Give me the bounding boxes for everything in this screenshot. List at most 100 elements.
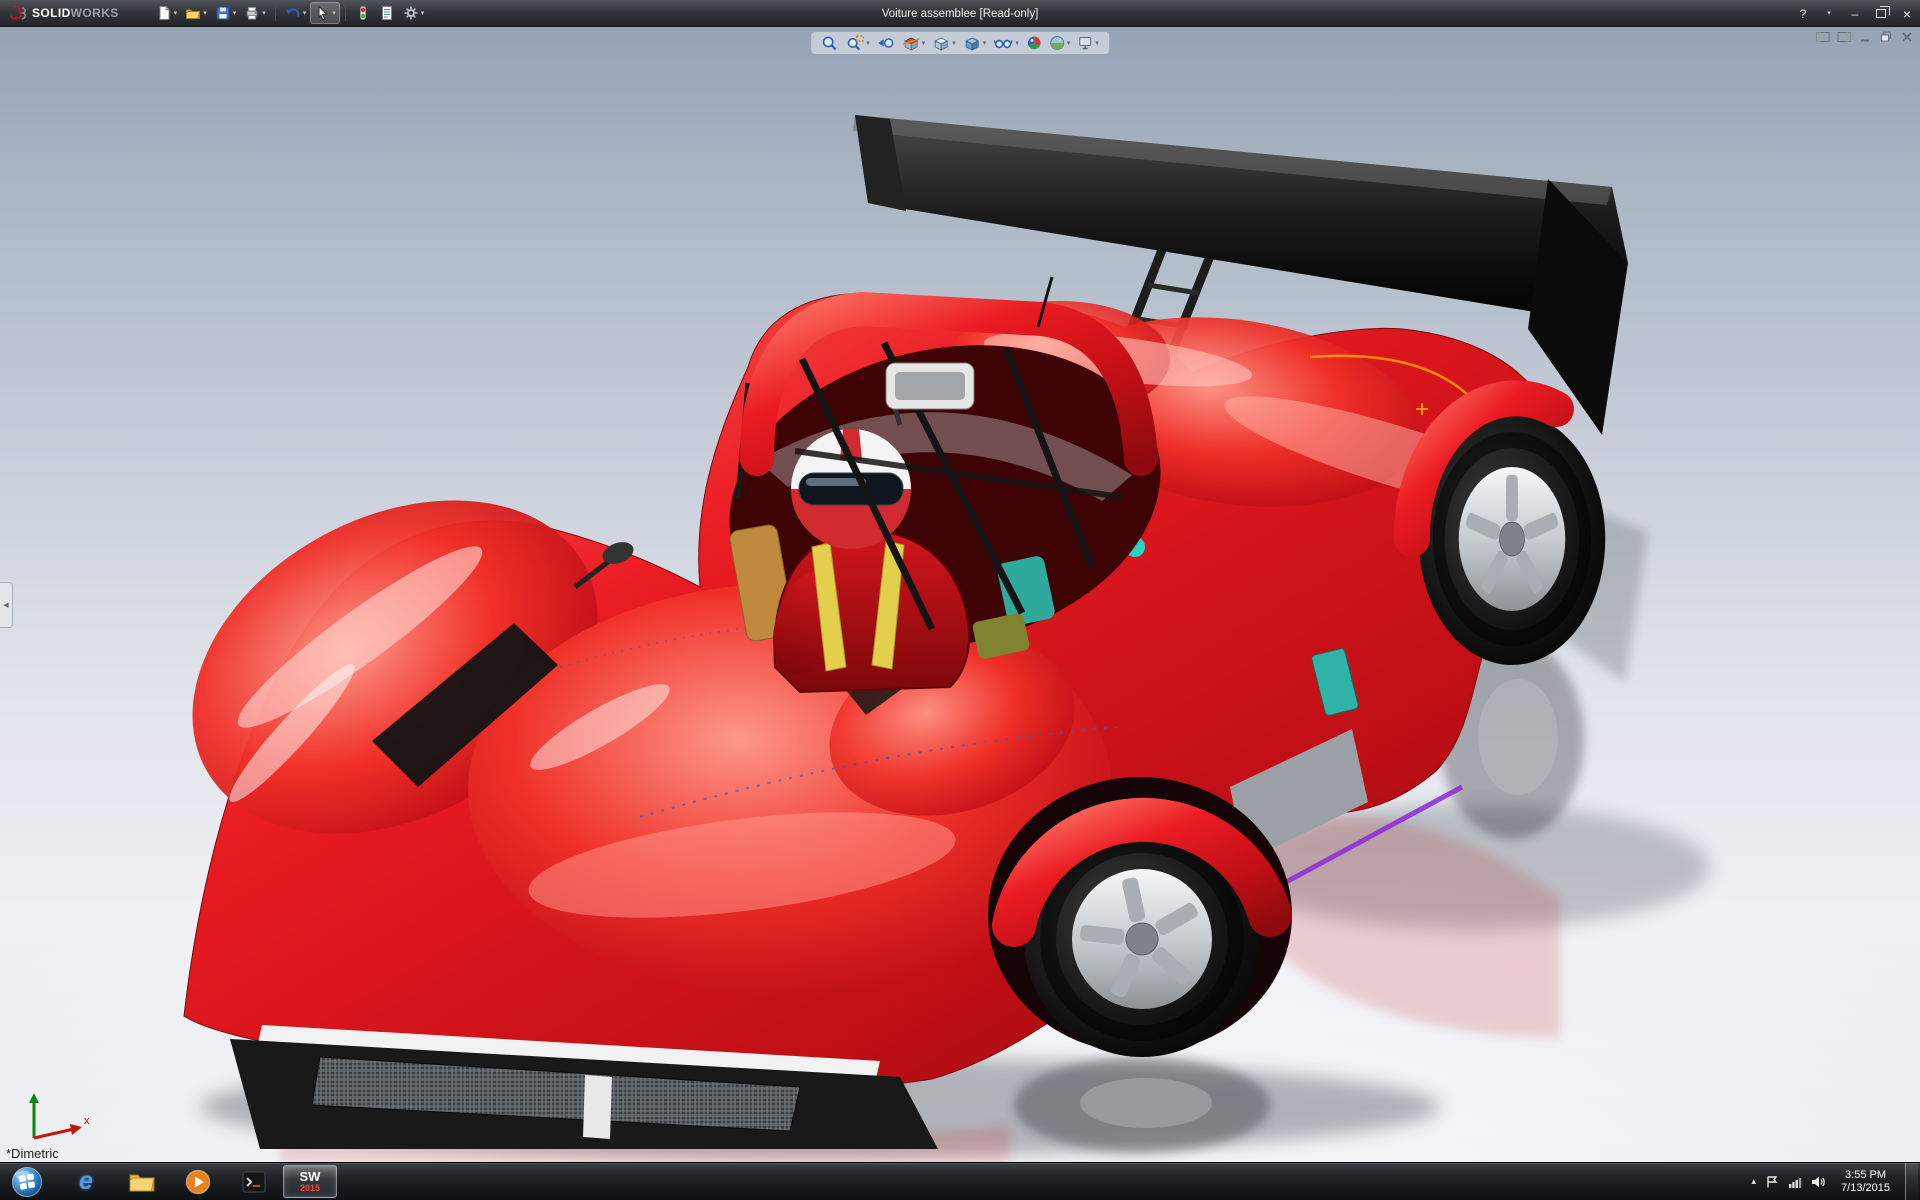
close-button[interactable]: × bbox=[1900, 6, 1914, 22]
open-button[interactable]: ▾ bbox=[182, 3, 210, 23]
caret-icon: ▾ bbox=[233, 10, 237, 17]
heads-up-view-toolbar: ▾ ▾ ▾ bbox=[811, 32, 1109, 54]
save-icon bbox=[215, 5, 231, 21]
show-desktop-button[interactable] bbox=[1905, 1163, 1918, 1200]
view-settings-button[interactable]: ▾ bbox=[1075, 34, 1101, 52]
panel-collapse-tab[interactable]: ◀ bbox=[0, 582, 13, 628]
minimize-button[interactable]: – bbox=[1848, 7, 1862, 21]
taskbar-apps: e SW 2015 bbox=[58, 1163, 338, 1200]
caret-icon: ▾ bbox=[983, 40, 987, 47]
internet-explorer-icon: e bbox=[79, 1169, 93, 1194]
save-button[interactable]: ▾ bbox=[212, 3, 240, 23]
system-tray: ▴ 3:55 PM 7/13/2015 bbox=[1752, 1163, 1920, 1200]
options-button[interactable]: ▾ bbox=[400, 3, 428, 23]
brand-works: WORKS bbox=[71, 6, 119, 20]
main-toolbar: ▾ ▾ ▾ ▾ bbox=[153, 3, 428, 23]
titlebar: SOLIDWORKS ▾ ▾ ▾ bbox=[0, 0, 1920, 27]
print-button[interactable]: ▾ bbox=[241, 3, 269, 23]
console-icon bbox=[241, 1169, 267, 1195]
caret-icon: ▾ bbox=[952, 40, 956, 47]
zoom-to-fit-button[interactable] bbox=[819, 34, 841, 52]
document-window-controls bbox=[1816, 31, 1914, 43]
zoom-to-area-button[interactable]: ▾ bbox=[844, 34, 872, 52]
new-document-icon bbox=[156, 5, 172, 21]
doc-close-button[interactable] bbox=[1900, 31, 1914, 43]
view-orientation-cube-icon bbox=[932, 35, 950, 51]
brand-solid: SOLID bbox=[32, 6, 71, 20]
apply-scene-button[interactable]: ▾ bbox=[1047, 34, 1073, 52]
collapse-left-icon: ◀ bbox=[3, 601, 8, 609]
clock-time: 3:55 PM bbox=[1841, 1169, 1890, 1182]
pane-right-button[interactable] bbox=[1837, 31, 1851, 43]
action-center-flag-icon[interactable] bbox=[1765, 1175, 1779, 1189]
taskbar-solidworks[interactable]: SW 2015 bbox=[283, 1165, 337, 1198]
hide-show-glasses-icon bbox=[993, 35, 1013, 51]
appearance-ball-icon bbox=[1026, 35, 1042, 51]
toolbar-separator bbox=[275, 5, 276, 21]
hide-show-items-button[interactable]: ▾ bbox=[991, 34, 1021, 52]
help-caret-icon[interactable]: ▾ bbox=[1822, 10, 1836, 17]
previous-view-button[interactable] bbox=[875, 34, 897, 52]
doc-restore-button[interactable] bbox=[1879, 31, 1893, 43]
caret-icon: ▾ bbox=[303, 10, 307, 17]
select-cursor-icon bbox=[314, 5, 330, 21]
file-properties-icon bbox=[379, 5, 395, 21]
caret-icon: ▾ bbox=[262, 10, 266, 17]
open-folder-icon bbox=[185, 5, 201, 21]
zoom-to-fit-icon bbox=[821, 35, 839, 51]
section-view-button[interactable]: ▾ bbox=[900, 34, 928, 52]
section-view-icon bbox=[902, 35, 920, 51]
driver-helmet bbox=[791, 429, 911, 549]
rebuild-stoplight-icon bbox=[355, 5, 371, 21]
graphics-viewport[interactable]: ▾ ▾ ▾ bbox=[0, 27, 1920, 1162]
caret-icon: ▾ bbox=[1015, 40, 1019, 47]
windows-taskbar: e SW 2015 ▴ bbox=[0, 1162, 1920, 1200]
tray-expand-button[interactable]: ▴ bbox=[1752, 1176, 1757, 1187]
caret-icon: ▾ bbox=[203, 10, 207, 17]
new-document-button[interactable]: ▾ bbox=[153, 3, 181, 23]
caret-icon: ▾ bbox=[1095, 40, 1099, 47]
taskbar-internet-explorer[interactable]: e bbox=[59, 1165, 113, 1198]
solidworks-app-icon: SW bbox=[300, 1170, 321, 1183]
toolbar-separator bbox=[345, 5, 346, 21]
solidworks-brand[interactable]: SOLIDWORKS bbox=[0, 4, 129, 22]
options-gear-icon bbox=[403, 5, 419, 21]
reference-triad: x bbox=[12, 1090, 96, 1146]
svg-text:x: x bbox=[84, 1115, 90, 1127]
display-style-button[interactable]: ▾ bbox=[961, 34, 989, 52]
folder-icon bbox=[128, 1170, 156, 1194]
file-properties-button[interactable] bbox=[376, 3, 398, 23]
doc-minimize-button[interactable] bbox=[1858, 31, 1872, 43]
network-icon[interactable] bbox=[1788, 1175, 1802, 1189]
taskbar-media-player[interactable] bbox=[171, 1165, 225, 1198]
start-button[interactable] bbox=[0, 1163, 54, 1200]
solidworks-version-badge: 2015 bbox=[300, 1184, 320, 1193]
caret-icon: ▾ bbox=[421, 10, 425, 17]
caret-icon: ▾ bbox=[866, 40, 870, 47]
volume-icon[interactable] bbox=[1811, 1175, 1826, 1189]
caret-icon: ▾ bbox=[922, 40, 926, 47]
clock-date: 7/13/2015 bbox=[1841, 1182, 1890, 1195]
media-player-icon bbox=[185, 1169, 211, 1195]
edit-appearance-button[interactable] bbox=[1024, 34, 1044, 52]
view-settings-monitor-icon bbox=[1077, 35, 1093, 51]
caret-icon: ▾ bbox=[332, 10, 336, 17]
restore-icon bbox=[1876, 9, 1886, 18]
rebuild-button[interactable] bbox=[352, 3, 374, 23]
taskbar-windows-explorer[interactable] bbox=[115, 1165, 169, 1198]
caret-icon: ▾ bbox=[174, 10, 178, 17]
taskbar-clock[interactable]: 3:55 PM 7/13/2015 bbox=[1835, 1169, 1896, 1195]
help-button[interactable]: ? bbox=[1796, 7, 1810, 21]
apply-scene-icon bbox=[1049, 35, 1065, 51]
taskbar-console-app[interactable] bbox=[227, 1165, 281, 1198]
3d-model-canvas[interactable] bbox=[0, 27, 1920, 1162]
view-orientation-button[interactable]: ▾ bbox=[930, 34, 958, 52]
undo-button[interactable]: ▾ bbox=[282, 3, 310, 23]
undo-icon bbox=[285, 5, 301, 21]
pane-left-button[interactable] bbox=[1816, 31, 1830, 43]
previous-view-icon bbox=[877, 35, 895, 51]
restore-button[interactable] bbox=[1874, 9, 1888, 18]
zoom-to-area-icon bbox=[846, 35, 864, 51]
select-button[interactable]: ▾ bbox=[311, 3, 339, 23]
caret-icon: ▾ bbox=[1067, 40, 1071, 47]
